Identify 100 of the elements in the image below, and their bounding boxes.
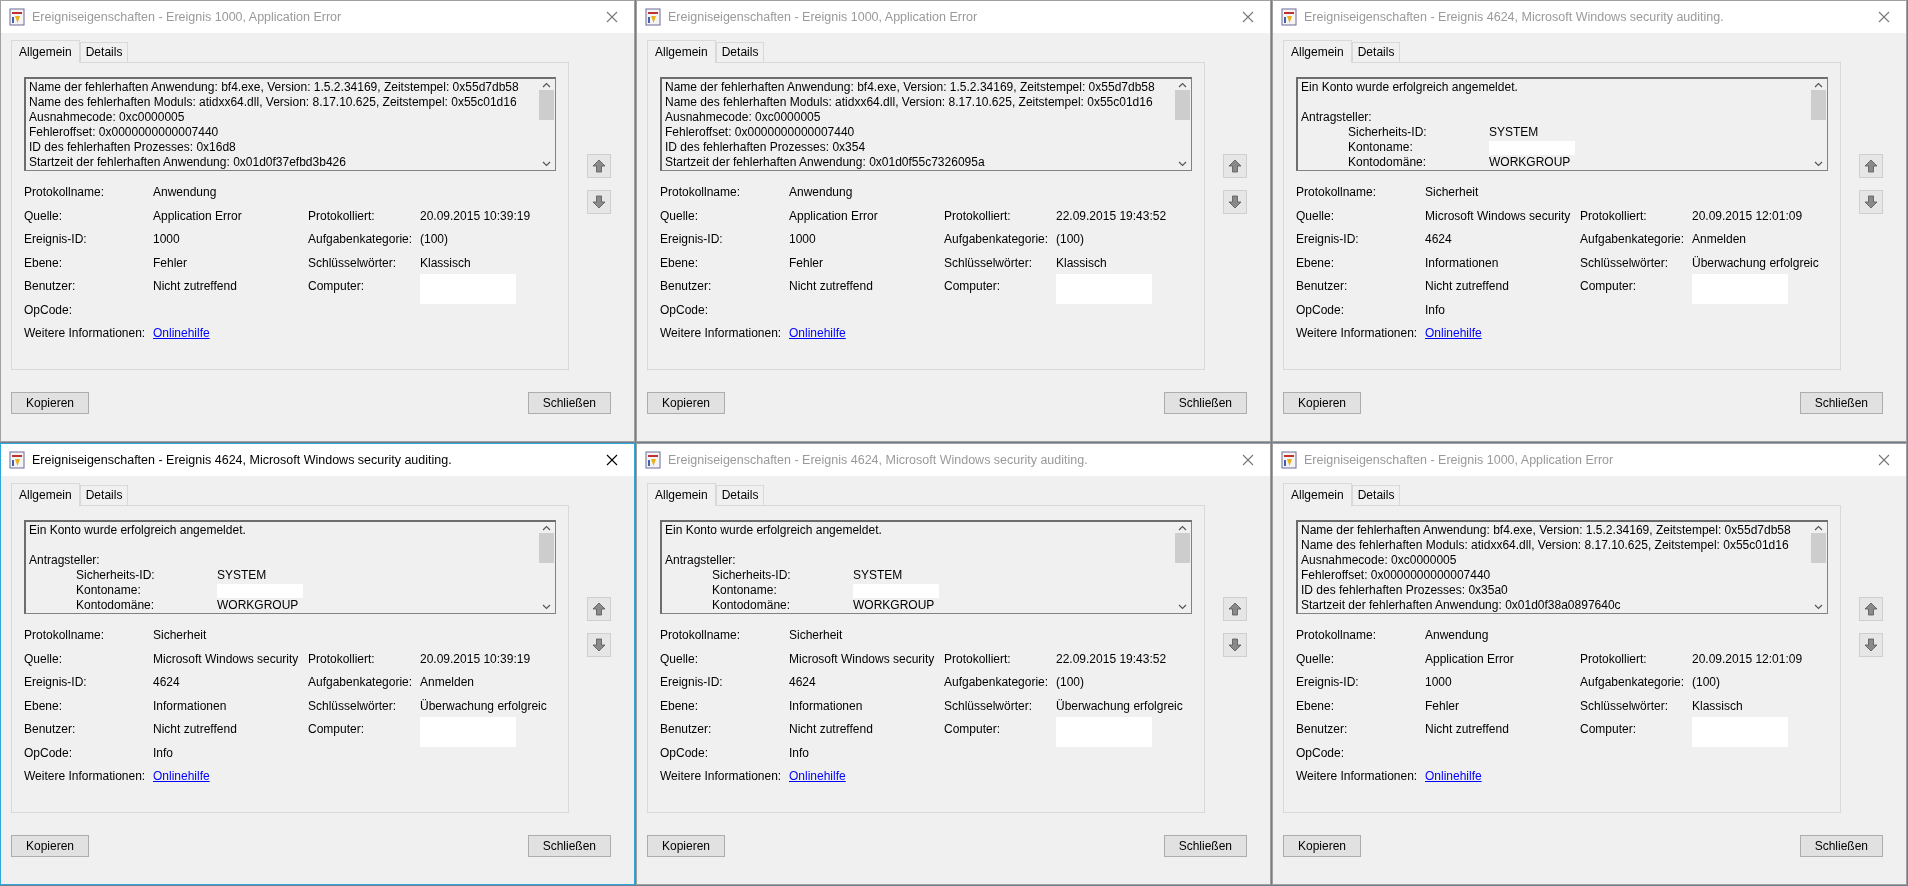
event-log-icon — [9, 451, 25, 469]
down-button[interactable] — [1859, 190, 1883, 214]
description-line: Ein Konto wurde erfolgreich angemeldet. — [665, 523, 883, 538]
field-value: 1000 — [153, 231, 181, 248]
dialog-button[interactable]: Kopieren — [11, 392, 90, 414]
tab[interactable]: Allgemein — [11, 483, 80, 506]
field-value: Nicht zutreffend — [153, 278, 238, 295]
field-value: Anwendung — [153, 184, 218, 201]
chevron-up-icon — [542, 525, 551, 531]
tab[interactable]: Details — [715, 485, 765, 505]
up-button[interactable] — [1859, 154, 1883, 178]
down-button[interactable] — [1223, 190, 1247, 214]
up-button[interactable] — [587, 154, 611, 178]
field-value: 4624 — [789, 674, 817, 691]
dialog-button[interactable]: Schließen — [527, 835, 611, 857]
field-label: Aufgabenkategorie: — [308, 231, 414, 248]
field-label: Computer: — [308, 721, 366, 738]
dialog-button[interactable]: Schließen — [1163, 392, 1247, 414]
dialog-button[interactable]: Kopieren — [1283, 835, 1362, 857]
tab[interactable]: Allgemein — [1283, 483, 1352, 506]
field-label: Schlüsselwörter: — [308, 254, 398, 272]
tab[interactable]: Allgemein — [647, 483, 716, 506]
field-value: 1000 — [789, 231, 817, 248]
field-label: Benutzer: — [660, 721, 713, 738]
dialog-button[interactable]: Schließen — [527, 392, 611, 414]
dialog-button[interactable]: Schließen — [1799, 835, 1883, 857]
down-button[interactable] — [587, 190, 611, 214]
description-line: Antragsteller: — [29, 553, 101, 568]
field-value: Überwachung erfolgreic — [420, 697, 548, 715]
down-arrow-icon — [1864, 195, 1878, 209]
description-line: Startzeit der fehlerhaften Anwendung: 0x01d0f37efbd3b426 — [29, 155, 347, 170]
field-label: Computer: — [944, 278, 1002, 295]
description-line: Name der fehlerhaften Anwendung: bf4.exe, Version: 1.5.2.34169, Zeitstempel: 0x55d7db58 — [29, 80, 520, 95]
field-label: Ebene: — [24, 254, 64, 272]
tab[interactable]: Details — [79, 42, 129, 62]
down-button[interactable] — [1223, 633, 1247, 657]
field-label: Ereignis-ID: — [1296, 674, 1360, 691]
help-link[interactable]: Onlinehilfe — [153, 326, 210, 340]
dialog-button[interactable]: Schließen — [1799, 392, 1883, 414]
down-button[interactable] — [1859, 633, 1883, 657]
field-value: Informationen — [789, 697, 864, 715]
field-label: Computer: — [944, 721, 1002, 738]
field-label: Protokollname: — [24, 184, 106, 201]
field-value: 4624 — [153, 674, 181, 691]
field-value: 22.09.2015 19:43:52 — [1056, 207, 1168, 225]
close-icon — [1878, 11, 1890, 23]
field-label: Protokollname: — [660, 184, 742, 201]
down-arrow-icon — [1228, 195, 1242, 209]
help-link[interactable]: Onlinehilfe — [789, 769, 846, 783]
field-label: Ereignis-ID: — [660, 674, 724, 691]
field-label: Weitere Informationen: — [660, 325, 783, 342]
description-line: Ein Konto wurde erfolgreich angemeldet. — [1301, 80, 1519, 95]
field-value: Microsoft Windows security — [1425, 207, 1572, 225]
field-label: Quelle: — [24, 207, 64, 225]
dialog-button[interactable]: Schließen — [1163, 835, 1247, 857]
field-label: Weitere Informationen: — [660, 768, 783, 785]
field-label: Ereignis-ID: — [24, 674, 88, 691]
dialog-button[interactable]: Kopieren — [11, 835, 90, 857]
tab[interactable]: Details — [1351, 485, 1401, 505]
field-value: Anmelden — [420, 674, 476, 691]
tab[interactable]: Details — [715, 42, 765, 62]
tab[interactable]: Allgemein — [647, 40, 716, 63]
help-link[interactable]: Onlinehilfe — [1425, 769, 1482, 783]
field-value: 20.09.2015 10:39:19 — [420, 207, 532, 225]
window-title: Ereigniseigenschaften - Ereignis 4624, Microsoft Windows security auditing. — [668, 451, 1089, 469]
field-label: Protokolliert: — [1580, 650, 1648, 668]
field-value: 20.09.2015 12:01:09 — [1692, 650, 1804, 668]
field-label: OpCode: — [24, 301, 74, 319]
dialog-button[interactable]: Kopieren — [647, 835, 726, 857]
chevron-up-icon — [542, 82, 551, 88]
field-label: Aufgabenkategorie: — [1580, 231, 1686, 248]
down-button[interactable] — [587, 633, 611, 657]
help-link[interactable]: Onlinehilfe — [1425, 326, 1482, 340]
window-title: Ereigniseigenschaften - Ereignis 1000, Application Error — [32, 8, 343, 26]
window-title: Ereigniseigenschaften - Ereignis 1000, Application Error — [668, 8, 979, 26]
tab[interactable]: Details — [79, 485, 129, 505]
dialog-button[interactable]: Kopieren — [1283, 392, 1362, 414]
up-button[interactable] — [1859, 597, 1883, 621]
up-button[interactable] — [1223, 597, 1247, 621]
field-label: Quelle: — [660, 207, 700, 225]
help-link[interactable]: Onlinehilfe — [789, 326, 846, 340]
dialog-button[interactable]: Kopieren — [647, 392, 726, 414]
field-label: Protokolliert: — [1580, 207, 1648, 225]
field-label: Protokolliert: — [308, 207, 376, 225]
up-button[interactable] — [1223, 154, 1247, 178]
help-link[interactable]: Onlinehilfe — [153, 769, 210, 783]
field-value: Sicherheit — [153, 627, 208, 644]
chevron-down-icon — [542, 604, 551, 610]
description-line: Antragsteller: — [665, 553, 737, 568]
tab[interactable]: Allgemein — [1283, 40, 1352, 63]
field-value: WORKGROUP — [853, 598, 935, 613]
window-title: Ereigniseigenschaften - Ereignis 1000, Application Error — [1304, 451, 1615, 469]
field-label: Kontodomäne: — [1348, 155, 1428, 170]
tab[interactable]: Details — [1351, 42, 1401, 62]
field-value: Application Error — [789, 207, 879, 225]
field-value: Microsoft Windows security — [153, 650, 300, 668]
field-value: Nicht zutreffend — [1425, 721, 1510, 738]
up-button[interactable] — [587, 597, 611, 621]
tab[interactable]: Allgemein — [11, 40, 80, 63]
field-label: Computer: — [1580, 278, 1638, 295]
